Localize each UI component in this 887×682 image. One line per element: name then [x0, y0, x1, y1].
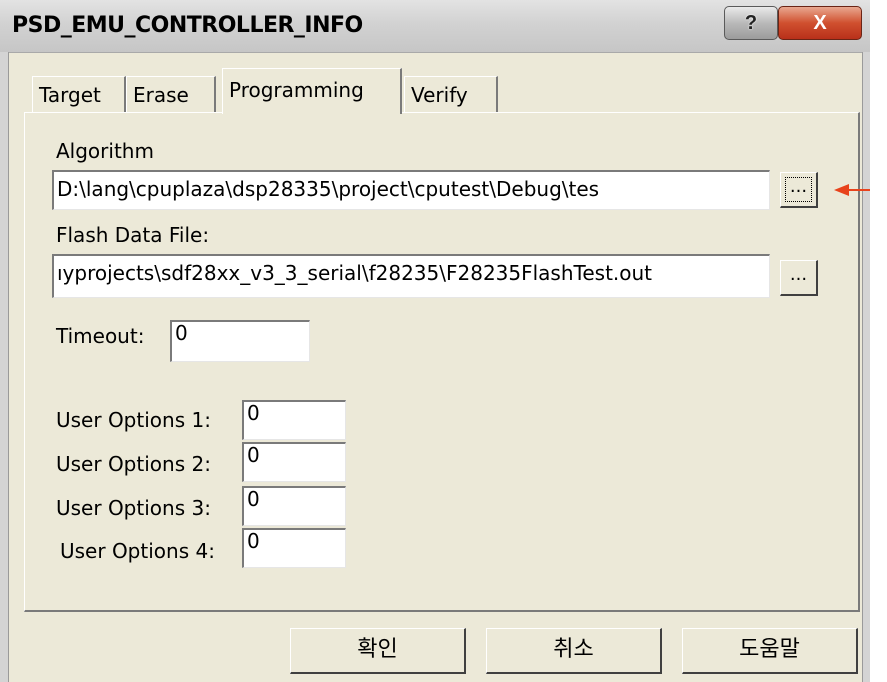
title-bar[interactable]: PSD_EMU_CONTROLLER_INFO ? X	[0, 0, 870, 53]
flash-data-file-field[interactable]: ıyprojects\sdf28xx_v3_3_serial\f28235\F2…	[52, 254, 770, 298]
tab-erase-label: Erase	[133, 83, 189, 107]
annotation-arrow-icon	[834, 184, 870, 196]
cancel-button[interactable]: 취소	[486, 628, 662, 674]
user-options-3-label: User Options 3:	[56, 496, 211, 520]
window-right-border	[862, 52, 870, 682]
ok-button-label: 확인	[357, 637, 398, 662]
user-options-3-field[interactable]: 0	[242, 486, 346, 526]
help-title-button[interactable]: ?	[724, 6, 778, 40]
user-options-2-field[interactable]: 0	[242, 442, 346, 482]
algorithm-label: Algorithm	[56, 139, 154, 163]
question-icon: ?	[744, 12, 758, 34]
tab-erase[interactable]: Erase	[126, 76, 216, 112]
user-options-4-field[interactable]: 0	[242, 528, 346, 568]
flash-browse-button[interactable]: ...	[780, 260, 818, 296]
user-options-2-label: User Options 2:	[56, 452, 211, 476]
close-title-button[interactable]: X	[778, 6, 862, 40]
tab-verify[interactable]: Verify	[404, 76, 498, 112]
dialog-window: PSD_EMU_CONTROLLER_INFO ? X Target Erase…	[0, 0, 870, 682]
window-title: PSD_EMU_CONTROLLER_INFO	[12, 13, 363, 38]
flash-data-file-label: Flash Data File:	[56, 223, 210, 247]
tab-programming-label: Programming	[229, 78, 364, 102]
ok-button[interactable]: 확인	[290, 628, 466, 674]
timeout-label: Timeout:	[56, 324, 145, 348]
tab-verify-label: Verify	[411, 83, 468, 107]
algorithm-browse-button[interactable]: ...	[780, 172, 818, 208]
user-options-1-label: User Options 1:	[56, 408, 211, 432]
help-button[interactable]: 도움말	[682, 628, 858, 674]
flash-browse-label: ...	[789, 264, 808, 285]
tab-programming[interactable]: Programming	[222, 68, 402, 114]
user-options-4-label: User Options 4:	[60, 539, 215, 563]
tab-target[interactable]: Target	[32, 76, 126, 112]
timeout-field[interactable]: 0	[170, 320, 310, 362]
cancel-button-label: 취소	[553, 637, 594, 662]
tab-target-label: Target	[39, 83, 101, 107]
algorithm-field[interactable]: D:\lang\cpuplaza\dsp28335\project\cputes…	[52, 170, 770, 210]
close-icon: X	[813, 12, 827, 34]
window-left-border	[0, 52, 9, 682]
focus-rect	[785, 177, 812, 202]
help-button-label: 도움말	[739, 637, 800, 662]
user-options-1-field[interactable]: 0	[242, 400, 346, 440]
